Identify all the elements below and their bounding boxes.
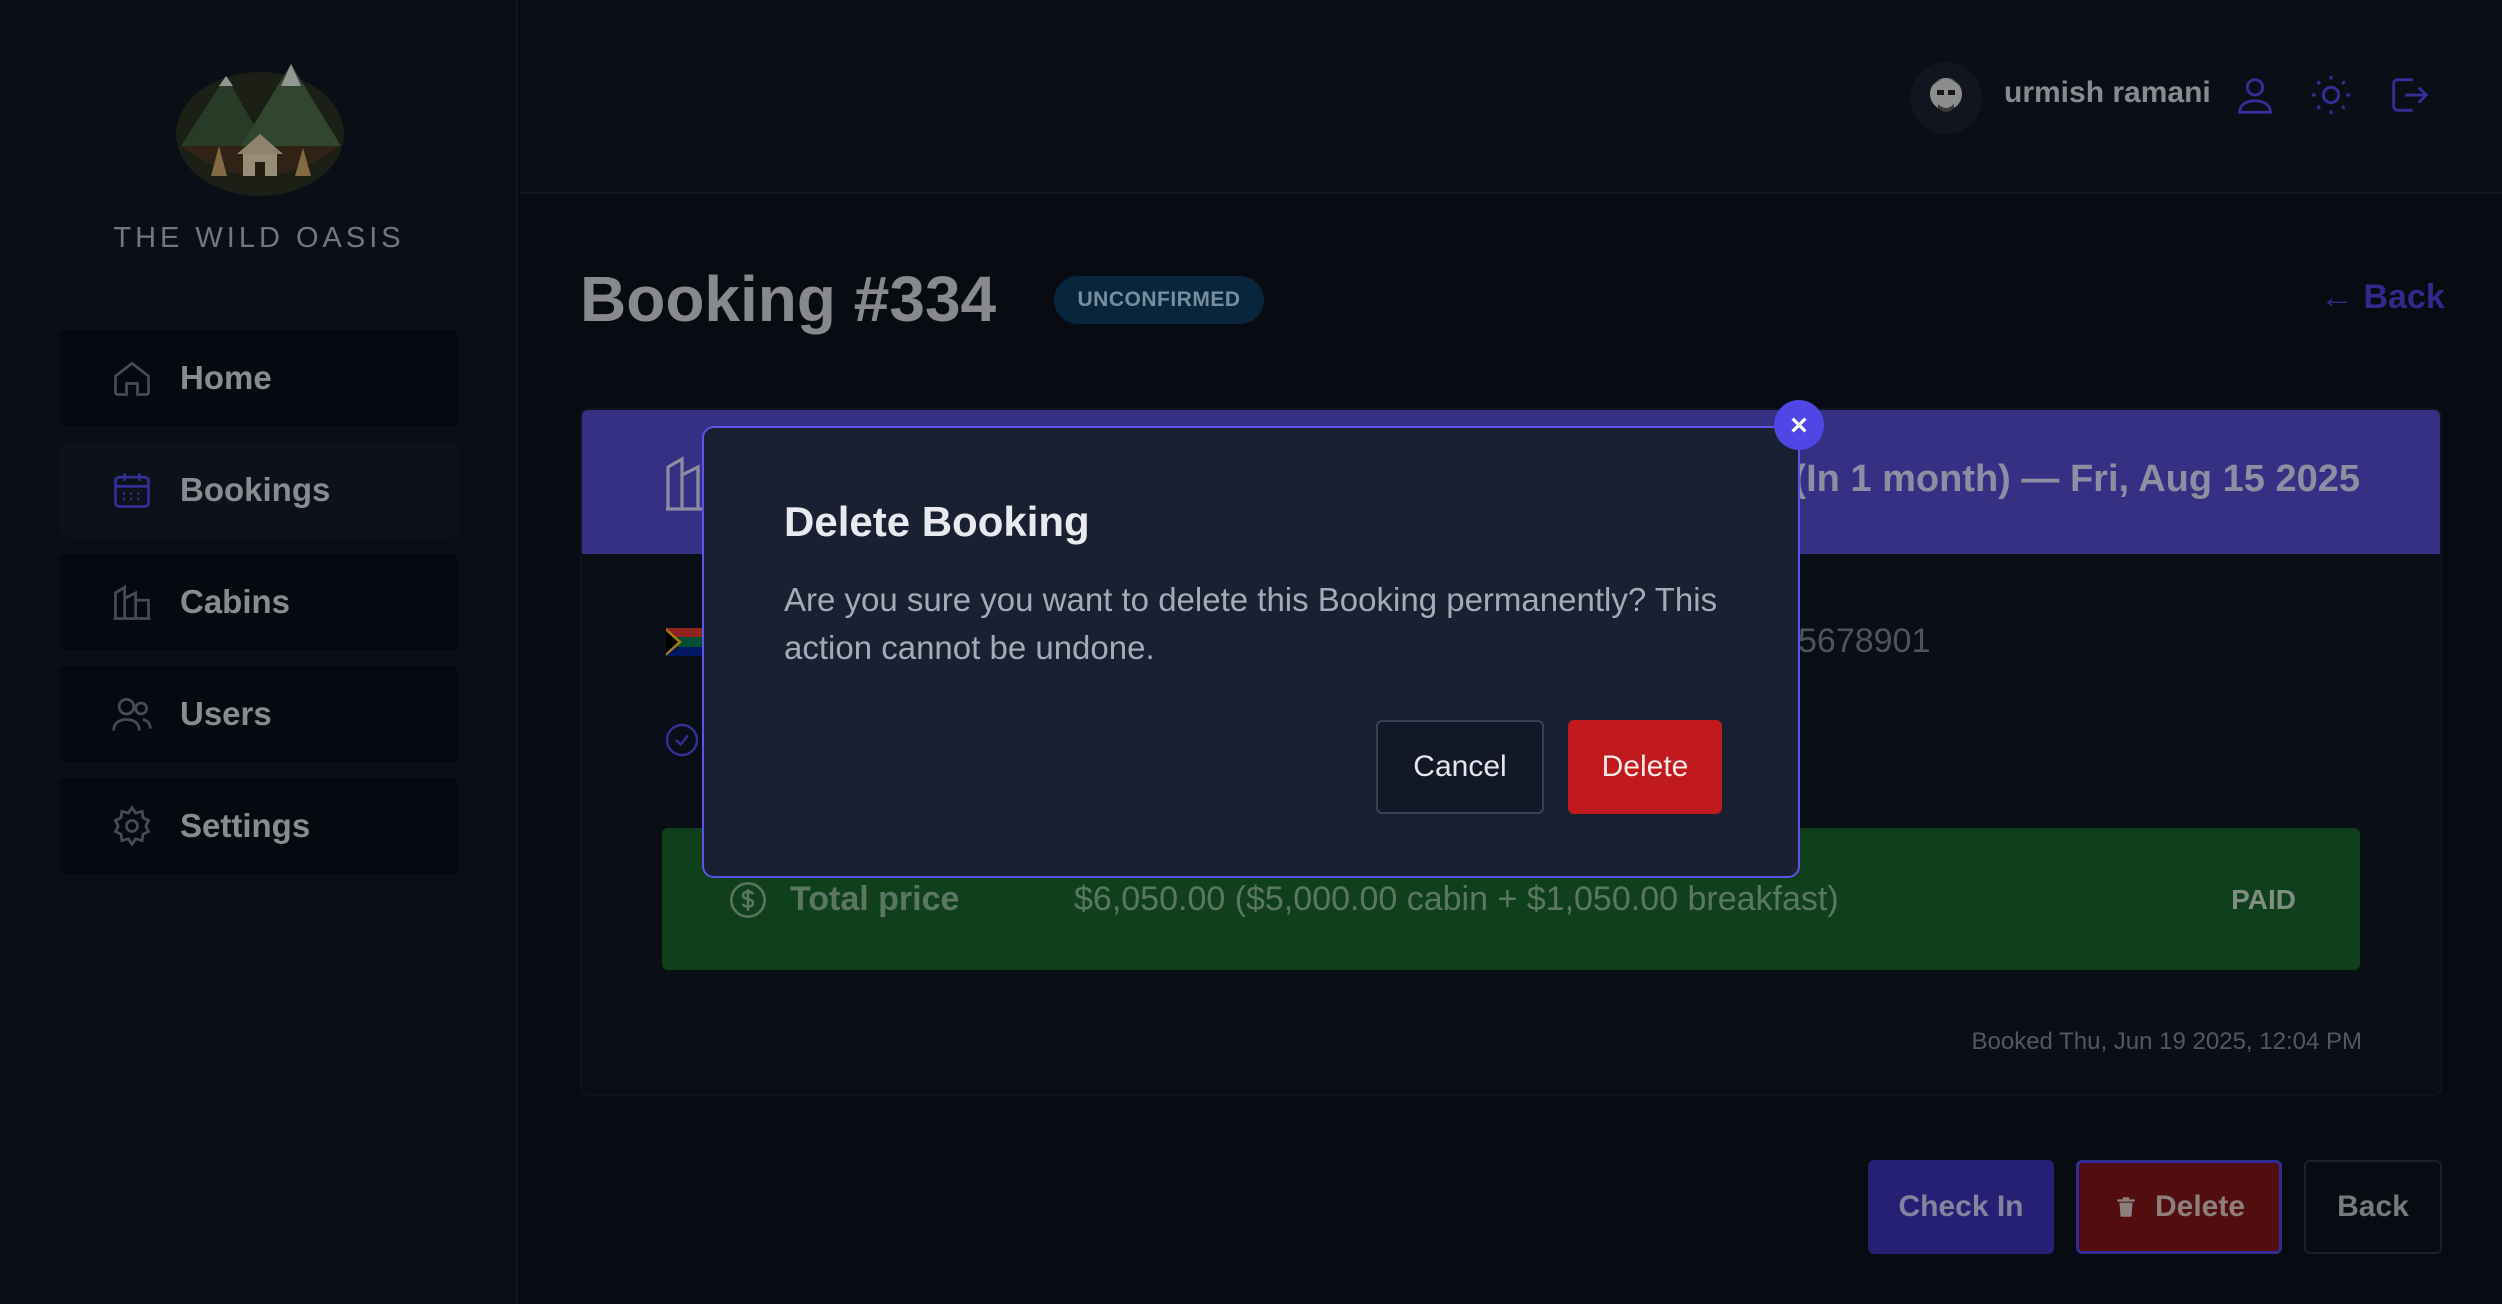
confirm-delete-button[interactable]: Delete (1568, 720, 1722, 814)
dialog-title: Delete Booking (784, 498, 1090, 545)
dialog-message: Are you sure you want to delete this Boo… (784, 581, 1718, 666)
cancel-button[interactable]: Cancel (1376, 720, 1544, 814)
close-icon[interactable] (1774, 400, 1824, 450)
delete-confirm-dialog: Delete Booking Are you sure you want to … (702, 426, 1800, 878)
